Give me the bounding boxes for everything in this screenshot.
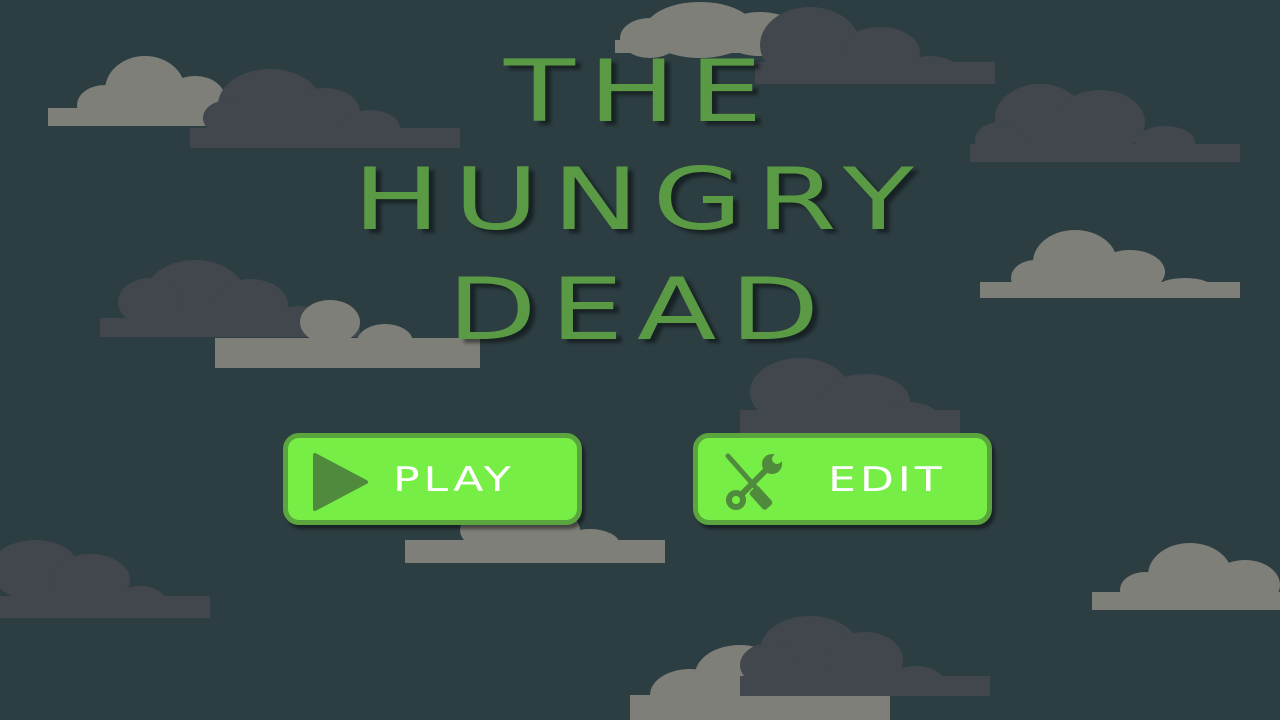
cloud bbox=[1092, 543, 1280, 610]
cloud bbox=[740, 358, 960, 440]
play-button-label: PLAY bbox=[393, 460, 515, 500]
cloud bbox=[740, 616, 990, 696]
play-button[interactable]: PLAY bbox=[283, 433, 582, 525]
title-line-3: DEAD bbox=[447, 260, 833, 360]
cloud bbox=[0, 540, 210, 618]
edit-button-label: EDIT bbox=[828, 460, 946, 500]
title-line-2: HUNGRY bbox=[352, 150, 928, 250]
title-line-1: THE bbox=[503, 42, 777, 142]
tools-icon bbox=[725, 453, 782, 510]
edit-button[interactable]: EDIT bbox=[693, 433, 992, 525]
play-triangle-icon bbox=[313, 453, 368, 511]
